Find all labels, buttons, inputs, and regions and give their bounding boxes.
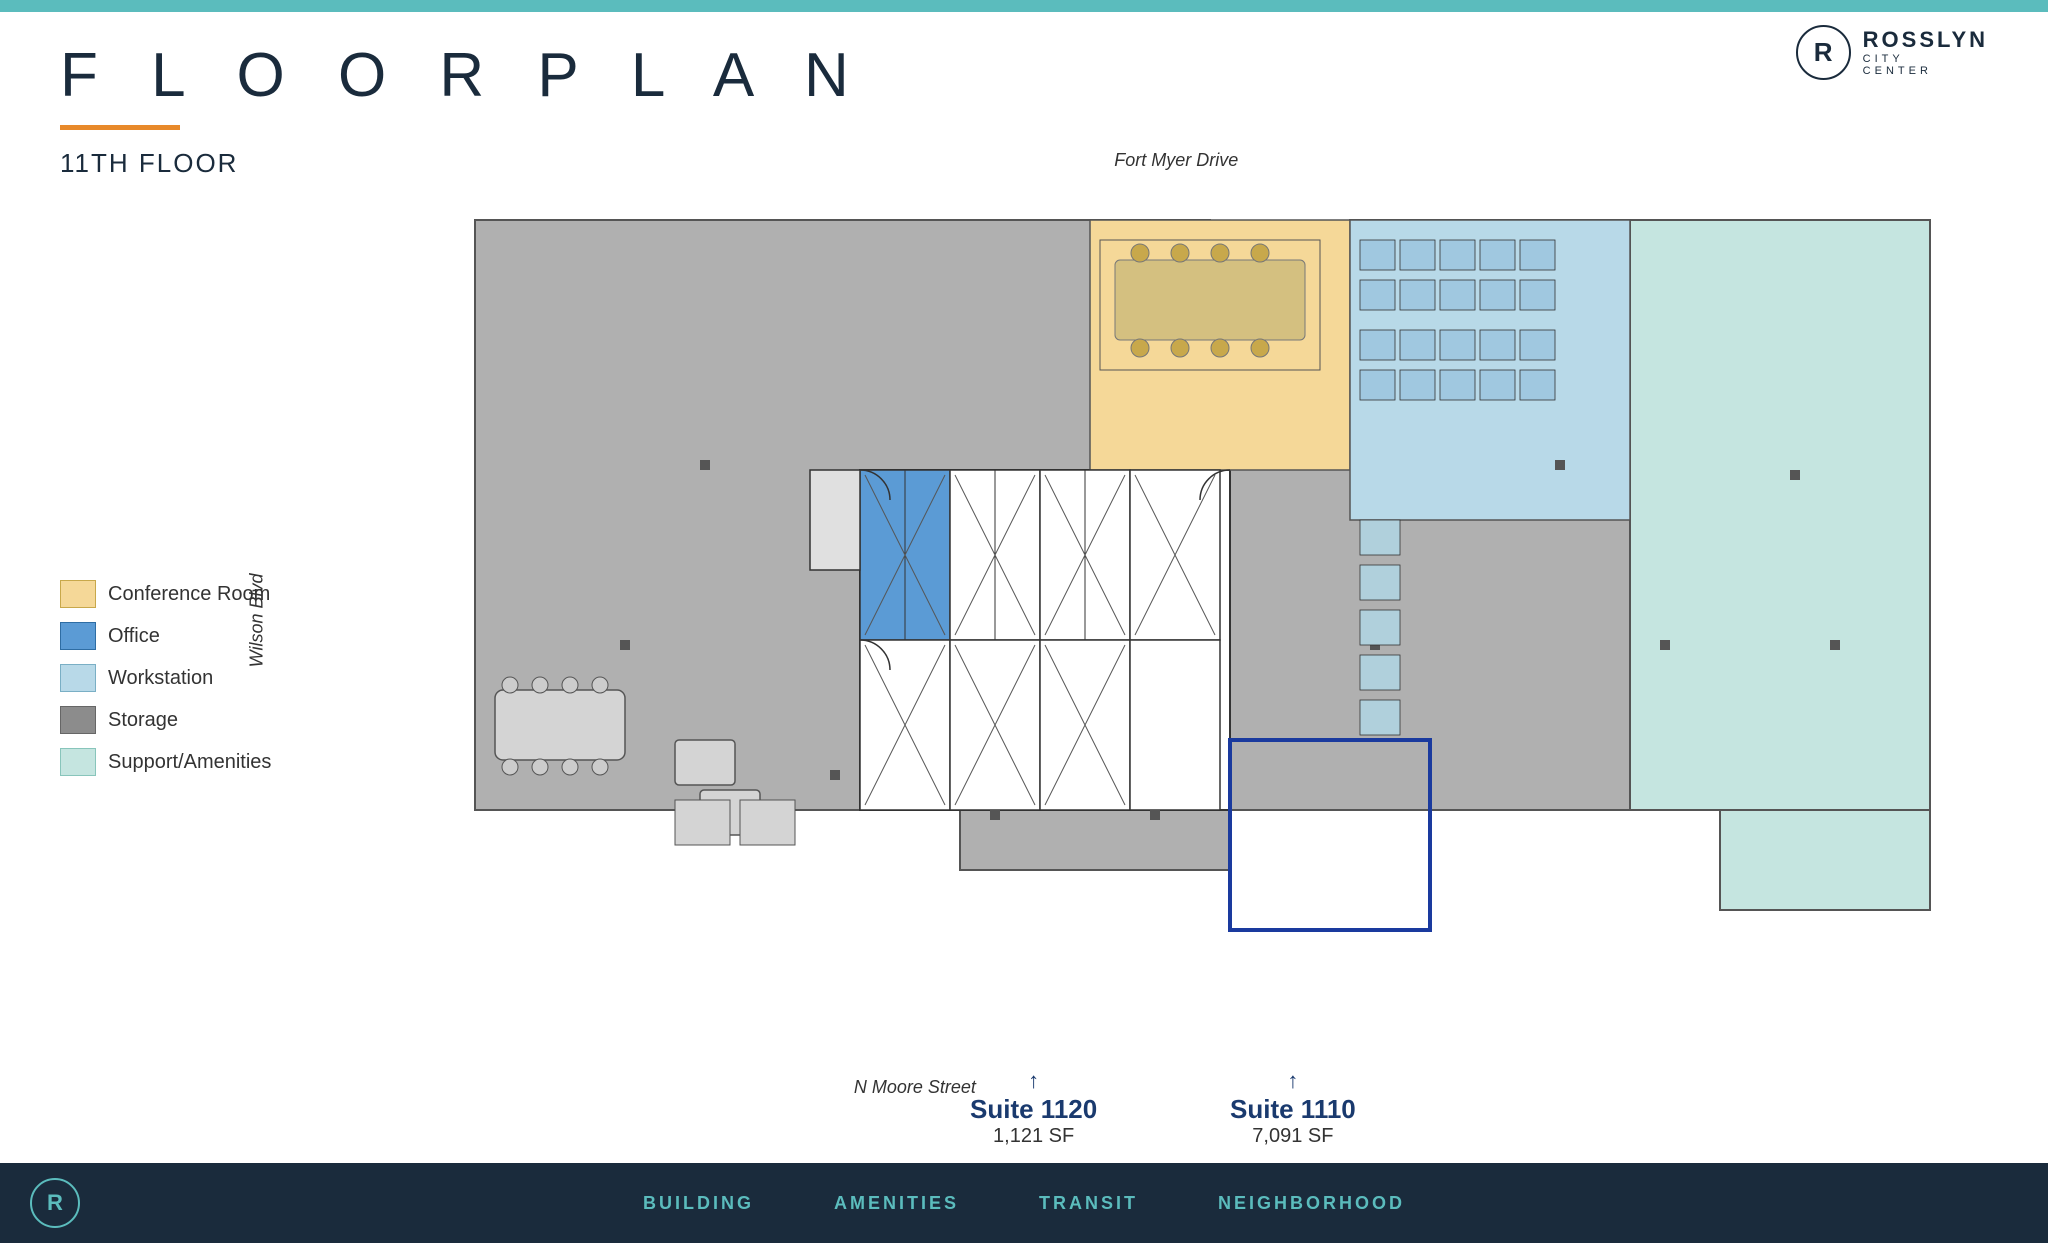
street-label-west: Wilson Blvd — [246, 574, 267, 668]
floorplan-svg — [270, 170, 1980, 1070]
suite-1110-label: ↑ Suite 1110 7,091 SF — [1230, 1068, 1356, 1148]
nav-building[interactable]: BUILDING — [643, 1193, 754, 1214]
bottom-nav: R BUILDING AMENITIES TRANSIT NEIGHBORHOO… — [0, 1163, 2048, 1243]
legend-item-workstation: Workstation — [60, 664, 271, 692]
legend-swatch-workstation — [60, 664, 96, 692]
legend-label-support-amenities: Support/Amenities — [108, 751, 271, 774]
legend-item-support-amenities: Support/Amenities — [60, 748, 271, 776]
legend-swatch-conference-room — [60, 580, 96, 608]
suite-1120-name: Suite 1120 — [970, 1094, 1097, 1125]
legend: Conference Room Office Workstation Stora… — [60, 580, 271, 790]
page-title: F L O O R P L A N — [60, 40, 1988, 111]
legend-item-storage: Storage — [60, 706, 271, 734]
legend-swatch-office — [60, 622, 96, 650]
nav-transit[interactable]: TRANSIT — [1039, 1193, 1138, 1214]
page-header: F L O O R P L A N 11TH FLOOR — [60, 20, 1988, 179]
floorplan-container: Fort Myer Drive N Moore Street Wilson Bl… — [270, 170, 2008, 1153]
title-underline — [60, 125, 180, 130]
street-label-south: N Moore Street — [854, 1077, 976, 1098]
legend-label-workstation: Workstation — [108, 667, 213, 690]
nav-neighborhood[interactable]: NEIGHBORHOOD — [1218, 1193, 1405, 1214]
bottom-logo: R — [30, 1178, 80, 1228]
suite-1120-sf: 1,121 SF — [970, 1125, 1097, 1148]
suite-1110-name: Suite 1110 — [1230, 1094, 1356, 1125]
legend-label-storage: Storage — [108, 709, 178, 732]
legend-swatch-storage — [60, 706, 96, 734]
legend-item-office: Office — [60, 622, 271, 650]
top-accent-bar — [0, 0, 2048, 12]
legend-swatch-support-amenities — [60, 748, 96, 776]
suite-1110-sf: 7,091 SF — [1230, 1125, 1356, 1148]
legend-label-office: Office — [108, 625, 160, 648]
suite-1120-label: ↑ Suite 1120 1,121 SF — [970, 1068, 1097, 1148]
street-label-north: Fort Myer Drive — [1114, 150, 1238, 171]
legend-item-conference-room: Conference Room — [60, 580, 271, 608]
nav-amenities[interactable]: AMENITIES — [834, 1193, 959, 1214]
